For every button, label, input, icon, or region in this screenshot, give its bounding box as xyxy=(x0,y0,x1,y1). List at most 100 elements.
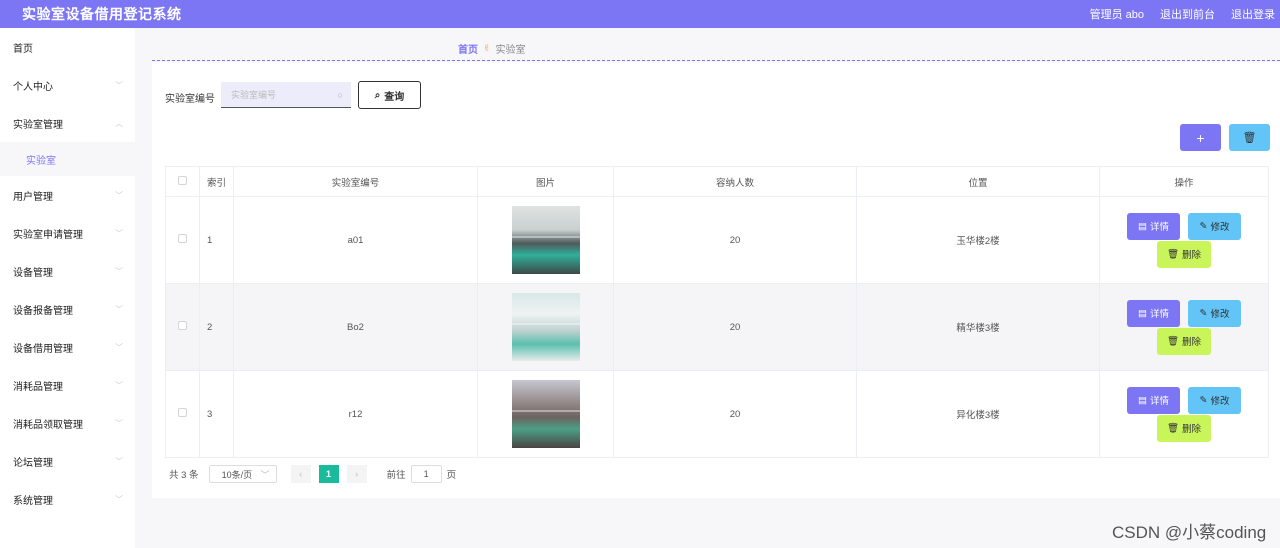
sidebar-item-label: 设备管理 xyxy=(13,267,53,279)
current-user[interactable]: 管理员 abo xyxy=(1090,6,1144,22)
delete-label: 删除 xyxy=(1182,337,1202,348)
edit-label: 修改 xyxy=(1210,309,1230,320)
cell-image xyxy=(477,196,614,284)
content-panel: 实验室编号 实验室编号 ○ ⌕ 查询 + 🗑 索引 实验室编号 图片 容纳人数 … xyxy=(152,62,1280,498)
query-button[interactable]: ⌕ 查询 xyxy=(358,81,421,109)
cell-lab-code: r12 xyxy=(233,370,478,458)
back-to-front-link[interactable]: 退出到前台 xyxy=(1160,6,1215,22)
batch-delete-button[interactable]: 🗑 xyxy=(1229,124,1270,151)
row-actions: ▤ 详情 ✎ 修改 🗑 删除 xyxy=(1100,212,1268,268)
col-image: 图片 xyxy=(477,166,614,197)
row-checkbox[interactable] xyxy=(178,234,187,243)
total-count: 共 3 条 xyxy=(169,470,199,481)
trash-icon: 🗑 xyxy=(1166,422,1180,434)
row-actions: ▤ 详情 ✎ 修改 🗑 删除 xyxy=(1100,386,1268,442)
detail-label: 详情 xyxy=(1149,309,1169,320)
sidebar-item-consumable-claims[interactable]: 消耗品领取管理 ﹀ xyxy=(0,404,135,442)
table-row: 1 a01 20 玉华楼2楼 ▤ 详情 ✎ 修改 🗑 删除 xyxy=(165,196,1269,284)
row-checkbox[interactable] xyxy=(178,408,187,417)
breadcrumb-current: 实验室 xyxy=(495,45,526,56)
search-placeholder: 实验室编号 xyxy=(231,90,277,100)
chevron-down-icon: ﹀ xyxy=(115,380,123,390)
sidebar-item-lab-management[interactable]: 实验室管理 ︿ xyxy=(0,104,135,142)
edit-label: 修改 xyxy=(1210,222,1230,233)
sidebar-item-label: 首页 xyxy=(13,43,33,55)
chevron-down-icon: ﹀ xyxy=(115,228,123,238)
chevron-down-icon: ﹀ xyxy=(115,190,123,200)
sidebar-item-device-borrow[interactable]: 设备借用管理 ﹀ xyxy=(0,328,135,366)
delete-button[interactable]: 🗑 删除 xyxy=(1157,327,1211,355)
search-icon: ○ xyxy=(337,89,343,100)
sidebar-item-device-report[interactable]: 设备报备管理 ﹀ xyxy=(0,290,135,328)
sidebar-item-label: 设备借用管理 xyxy=(13,343,73,355)
select-all-checkbox[interactable] xyxy=(178,175,187,185)
sidebar-item-label: 消耗品领取管理 xyxy=(13,419,83,431)
sidebar-item-system[interactable]: 系统管理 ﹀ xyxy=(0,480,135,518)
page-number-1[interactable]: 1 xyxy=(318,465,339,483)
detail-button[interactable]: ▤ 详情 xyxy=(1127,386,1180,414)
logout-link[interactable]: 退出登录 xyxy=(1231,6,1275,22)
chevron-down-icon: ﹀ xyxy=(115,418,123,428)
plus-icon: + xyxy=(1196,129,1205,146)
trash-icon: 🗑 xyxy=(1166,248,1180,260)
cell-image xyxy=(477,370,614,458)
next-page-button[interactable]: › xyxy=(346,465,367,483)
sidebar: 首页 个人中心 ﹀ 实验室管理 ︿ 实验室 用户管理 ﹀ 实验室申请管理 ﹀ 设备管理 ﹀… xyxy=(0,28,135,548)
cell-location: 精华楼3楼 xyxy=(856,283,1100,371)
sidebar-item-forum[interactable]: 论坛管理 ﹀ xyxy=(0,442,135,480)
lab-code-search-input[interactable]: 实验室编号 ○ xyxy=(221,82,351,108)
sidebar-item-label: 用户管理 xyxy=(13,191,53,203)
cell-actions: ▤ 详情 ✎ 修改 🗑 删除 xyxy=(1099,196,1269,284)
sidebar-item-label: 论坛管理 xyxy=(13,457,53,469)
page-unit-label: 页 xyxy=(446,470,457,481)
edit-button[interactable]: ✎ 修改 xyxy=(1188,212,1241,240)
page-size-value: 10条/页 xyxy=(221,469,253,480)
document-icon: ▤ xyxy=(1138,220,1147,232)
sidebar-item-personal-center[interactable]: 个人中心 ﹀ xyxy=(0,66,135,104)
trash-icon: 🗑 xyxy=(1242,132,1257,144)
sidebar-item-label: 实验室 xyxy=(26,155,56,167)
query-button-label: 查询 xyxy=(384,91,405,103)
row-select-cell xyxy=(165,196,200,284)
lab-photo[interactable] xyxy=(511,206,580,274)
top-right-links: 管理员 abo 退出到前台 退出登录 xyxy=(1090,6,1275,22)
cell-image xyxy=(477,283,614,371)
table-row: 3 r12 20 异化楼3楼 ▤ 详情 ✎ 修改 🗑 删除 xyxy=(165,370,1269,458)
edit-button[interactable]: ✎ 修改 xyxy=(1188,299,1241,327)
action-row: ▤ 详情 ✎ 修改 xyxy=(1127,386,1241,414)
action-row: ▤ 详情 ✎ 修改 xyxy=(1127,299,1241,327)
sidebar-item-label: 个人中心 xyxy=(13,81,53,93)
delete-button[interactable]: 🗑 删除 xyxy=(1157,240,1211,268)
delete-button[interactable]: 🗑 删除 xyxy=(1157,414,1211,442)
cell-capacity: 20 xyxy=(613,283,857,371)
col-actions: 操作 xyxy=(1099,166,1269,197)
sidebar-item-lab-application[interactable]: 实验室申请管理 ﹀ xyxy=(0,214,135,252)
table-header-row: 索引 实验室编号 图片 容纳人数 位置 操作 xyxy=(165,166,1269,197)
detail-button[interactable]: ▤ 详情 xyxy=(1127,299,1180,327)
sidebar-item-user-management[interactable]: 用户管理 ﹀ xyxy=(0,176,135,214)
prev-page-button[interactable]: ‹ xyxy=(290,465,311,483)
lab-photo[interactable] xyxy=(511,293,580,361)
sidebar-subitem-lab[interactable]: 实验室 xyxy=(0,142,135,176)
lab-photo[interactable] xyxy=(511,380,580,448)
select-all-cell xyxy=(165,166,200,197)
victory-hand-icon: ✌ xyxy=(483,43,491,53)
chevron-down-icon: ﹀ xyxy=(115,304,123,314)
app-title: 实验室设备借用登记系统 xyxy=(22,6,182,22)
search-icon: ⌕ xyxy=(374,89,381,101)
sidebar-item-home[interactable]: 首页 xyxy=(0,28,135,66)
chevron-left-icon: ‹ xyxy=(299,469,303,479)
sidebar-item-consumables[interactable]: 消耗品管理 ﹀ xyxy=(0,366,135,404)
sidebar-item-device-management[interactable]: 设备管理 ﹀ xyxy=(0,252,135,290)
sidebar-item-label: 实验室管理 xyxy=(13,119,63,131)
detail-button[interactable]: ▤ 详情 xyxy=(1127,212,1180,240)
edit-button[interactable]: ✎ 修改 xyxy=(1188,386,1241,414)
cell-location: 玉华楼2楼 xyxy=(856,196,1100,284)
page-size-select[interactable]: 10条/页 ﹀ xyxy=(208,465,277,483)
cell-actions: ▤ 详情 ✎ 修改 🗑 删除 xyxy=(1099,370,1269,458)
add-button[interactable]: + xyxy=(1180,124,1221,151)
chevron-down-icon: ﹀ xyxy=(260,469,270,480)
breadcrumb-home[interactable]: 首页 xyxy=(458,41,478,56)
row-checkbox[interactable] xyxy=(178,321,187,330)
goto-page-input[interactable]: 1 xyxy=(410,465,442,483)
